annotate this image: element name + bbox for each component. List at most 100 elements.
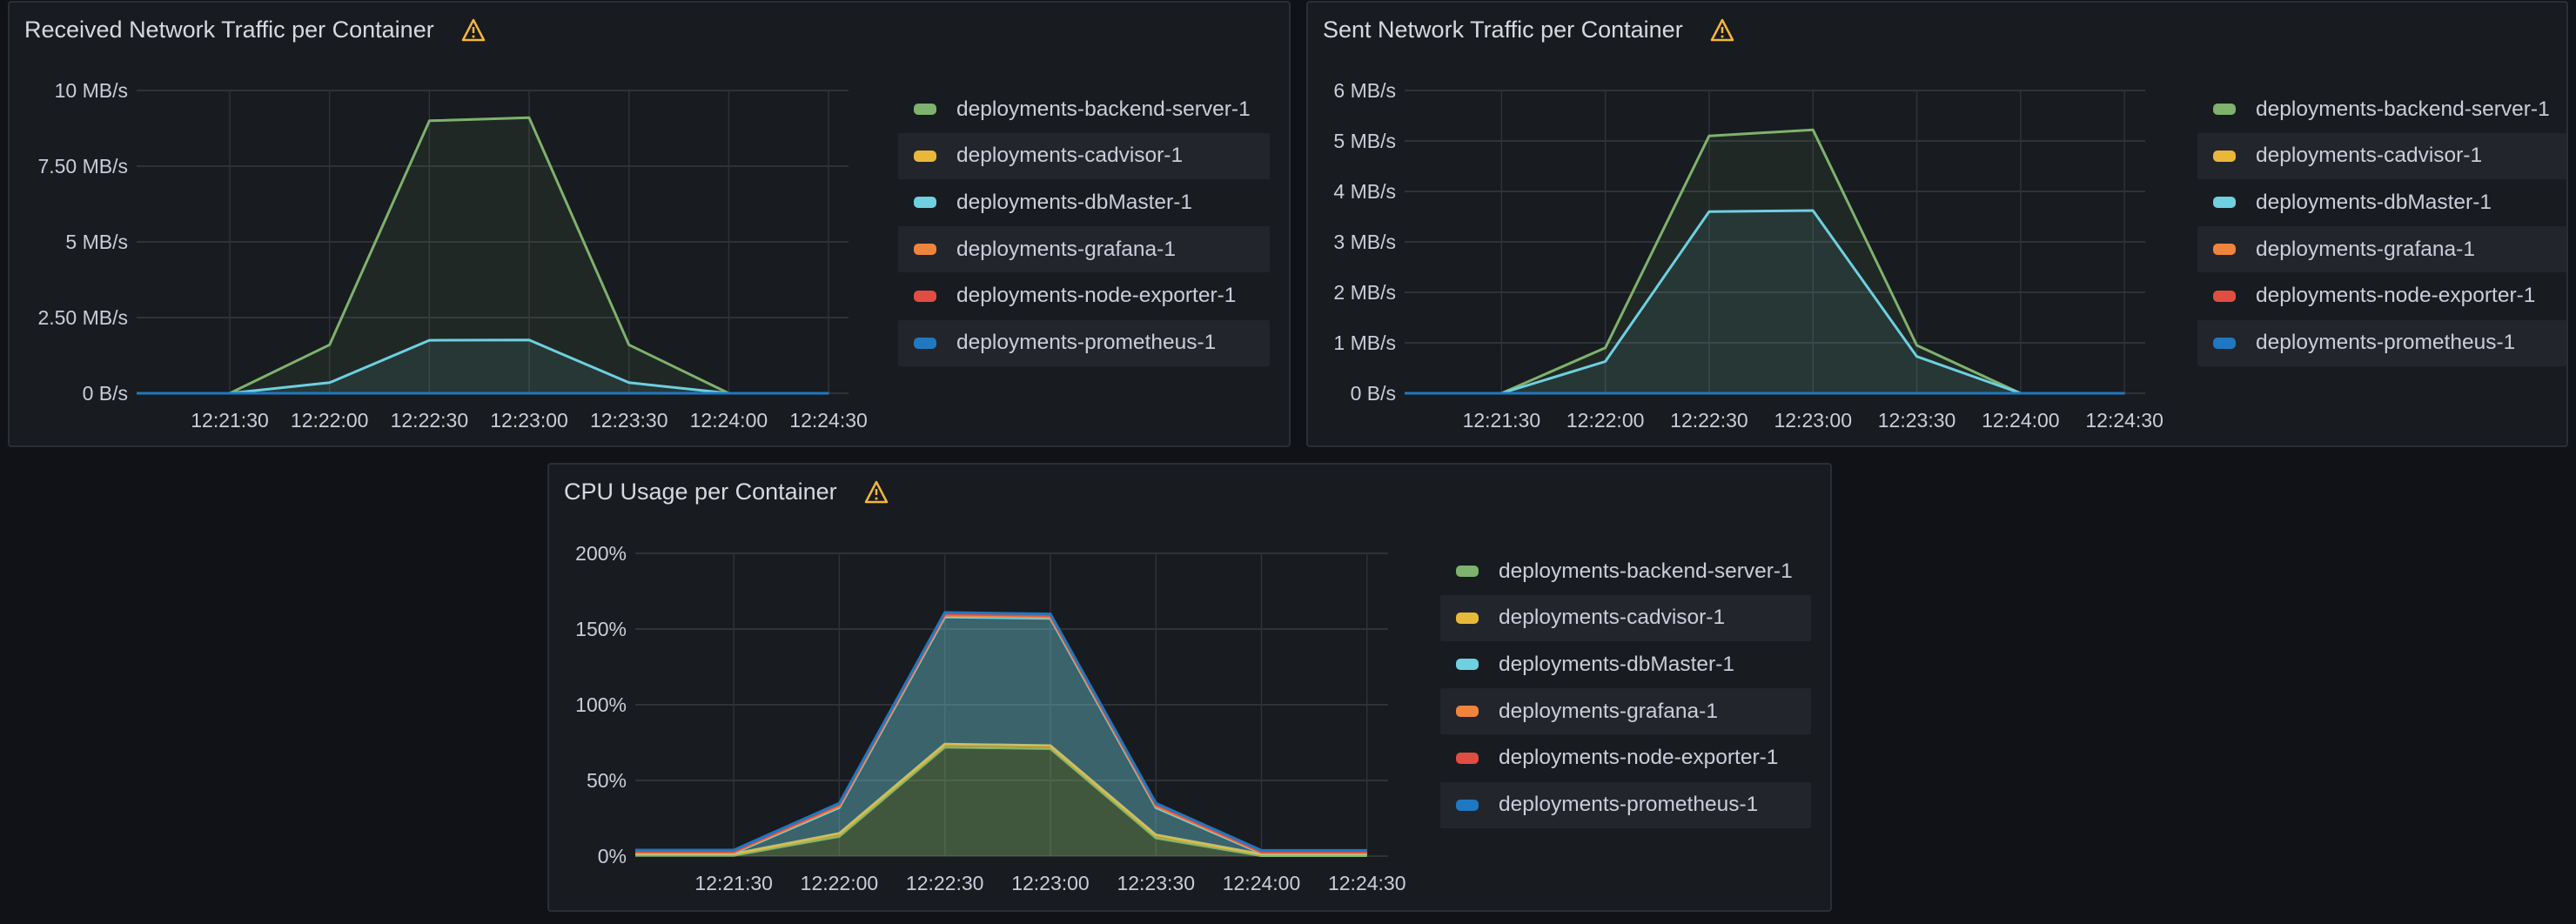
legend-label: deployments-grafana-1 xyxy=(956,237,1176,261)
legend-color-swatch xyxy=(1456,752,1479,764)
legend-item[interactable]: deployments-cadvisor-1 xyxy=(898,132,1270,179)
x-tick-label: 12:23:00 xyxy=(1774,409,1852,432)
x-tick-label: 12:24:30 xyxy=(1328,872,1406,894)
x-tick-label: 12:22:00 xyxy=(1566,409,1645,432)
legend-color-swatch xyxy=(914,337,936,349)
panel-title[interactable]: Received Network Traffic per Container xyxy=(24,17,486,44)
legend-item[interactable]: deployments-backend-server-1 xyxy=(898,86,1270,132)
legend-item[interactable]: deployments-dbMaster-1 xyxy=(898,179,1270,225)
legend-label: deployments-backend-server-1 xyxy=(956,97,1251,121)
series-area-2 xyxy=(137,339,829,393)
x-tick-label: 12:23:00 xyxy=(490,409,568,432)
x-tick-label: 12:24:00 xyxy=(1982,409,2060,432)
legend-color-swatch xyxy=(914,104,936,115)
legend-label: deployments-backend-server-1 xyxy=(2256,97,2550,121)
x-tick-label: 12:23:30 xyxy=(1117,872,1195,894)
y-tick-label: 50% xyxy=(587,769,627,792)
panel-title[interactable]: CPU Usage per Container xyxy=(564,479,889,506)
legend-item[interactable]: deployments-prometheus-1 xyxy=(1440,781,1811,828)
legend-label: deployments-node-exporter-1 xyxy=(2256,284,2536,308)
panel-title[interactable]: Sent Network Traffic per Container xyxy=(1323,17,1735,44)
x-tick-label: 12:24:30 xyxy=(789,409,868,432)
y-tick-label: 0% xyxy=(598,845,627,867)
y-tick-label: 0 B/s xyxy=(83,382,128,405)
legend-color-swatch xyxy=(2213,150,2236,162)
x-tick-label: 12:22:00 xyxy=(801,872,879,894)
y-tick-label: 3 MB/s xyxy=(1333,231,1396,253)
legend-color-swatch xyxy=(1456,706,1479,718)
legend-label: deployments-prometheus-1 xyxy=(1499,793,1759,816)
legend-label: deployments-cadvisor-1 xyxy=(1499,606,1726,630)
legend-color-swatch xyxy=(914,244,936,256)
panel-title-text: CPU Usage per Container xyxy=(564,479,837,505)
x-tick-label: 12:24:00 xyxy=(690,409,768,432)
legend-label: deployments-dbMaster-1 xyxy=(956,190,1192,214)
x-tick-label: 12:24:00 xyxy=(1223,872,1301,894)
y-tick-label: 7.50 MB/s xyxy=(37,155,128,177)
panel-title-text: Received Network Traffic per Container xyxy=(24,17,434,43)
sent-network-traffic-panel: 0 B/s 1 MB/s 2 MB/s 3 MB/s 4 MB/s 5 MB/s 6 MB/… xyxy=(1306,1,2568,447)
legend-item[interactable]: deployments-cadvisor-1 xyxy=(1440,594,1811,641)
y-tick-label: 10 MB/s xyxy=(55,79,128,102)
y-tick-label: 1 MB/s xyxy=(1333,331,1396,354)
legend-color-swatch xyxy=(914,290,936,302)
legend-color-swatch xyxy=(2213,290,2236,302)
y-tick-label: 2.50 MB/s xyxy=(37,306,128,329)
legend-item[interactable]: deployments-node-exporter-1 xyxy=(2197,273,2566,319)
legend-item[interactable]: deployments-dbMaster-1 xyxy=(1440,641,1811,687)
legend-label: deployments-grafana-1 xyxy=(2256,237,2475,261)
legend-item[interactable]: deployments-prometheus-1 xyxy=(2197,319,2566,366)
legend-color-swatch xyxy=(1456,799,1479,811)
legend-item[interactable]: deployments-backend-server-1 xyxy=(1440,548,1811,594)
legend-color-swatch xyxy=(2213,197,2236,209)
legend-label: deployments-grafana-1 xyxy=(1499,699,1718,723)
y-tick-label: 2 MB/s xyxy=(1333,281,1396,304)
x-tick-label: 12:21:30 xyxy=(1463,409,1541,432)
y-tick-label: 5 MB/s xyxy=(1333,130,1396,152)
legend-item[interactable]: deployments-prometheus-1 xyxy=(898,319,1270,366)
warning-triangle-icon[interactable] xyxy=(460,17,486,44)
y-tick-label: 6 MB/s xyxy=(1333,79,1396,102)
y-tick-label: 100% xyxy=(575,693,627,716)
legend-label: deployments-cadvisor-1 xyxy=(956,144,1184,168)
legend-item[interactable]: deployments-cadvisor-1 xyxy=(2197,132,2566,179)
legend-item[interactable]: deployments-dbMaster-1 xyxy=(2197,179,2566,225)
legend-color-swatch xyxy=(2213,244,2236,256)
x-tick-label: 12:21:30 xyxy=(694,872,773,894)
x-tick-label: 12:22:30 xyxy=(391,409,469,432)
legend-item[interactable]: deployments-node-exporter-1 xyxy=(1440,735,1811,781)
x-tick-label: 12:24:30 xyxy=(2085,409,2163,432)
x-tick-label: 12:22:30 xyxy=(1670,409,1748,432)
legend-item[interactable]: deployments-backend-server-1 xyxy=(2197,86,2566,132)
y-tick-label: 5 MB/s xyxy=(65,231,128,253)
legend-item[interactable]: deployments-grafana-1 xyxy=(2197,226,2566,273)
legend-label: deployments-dbMaster-1 xyxy=(1499,652,1734,676)
series-area-0 xyxy=(635,747,1367,856)
legend-label: deployments-prometheus-1 xyxy=(2256,331,2516,354)
legend-item[interactable]: deployments-grafana-1 xyxy=(1440,688,1811,735)
legend-color-swatch xyxy=(914,150,936,162)
x-tick-label: 12:23:00 xyxy=(1011,872,1090,894)
x-tick-label: 12:22:00 xyxy=(291,409,369,432)
series-area-2 xyxy=(1405,211,2125,393)
legend-item[interactable]: deployments-node-exporter-1 xyxy=(898,273,1270,319)
legend-item[interactable]: deployments-grafana-1 xyxy=(898,226,1270,273)
legend-label: deployments-cadvisor-1 xyxy=(2256,144,2483,168)
warning-triangle-icon[interactable] xyxy=(1709,17,1735,44)
x-tick-label: 12:23:30 xyxy=(1878,409,1956,432)
legend-label: deployments-node-exporter-1 xyxy=(1499,746,1779,770)
panel-title-text: Sent Network Traffic per Container xyxy=(1323,17,1683,43)
legend-color-swatch xyxy=(2213,104,2236,115)
legend-label: deployments-dbMaster-1 xyxy=(2256,190,2492,214)
x-tick-label: 12:22:30 xyxy=(906,872,984,894)
received-network-traffic-panel: 0 B/s 2.50 MB/s 5 MB/s 7.50 MB/s 10 MB/s 12:2… xyxy=(8,1,1291,447)
legend-label: deployments-prometheus-1 xyxy=(956,331,1217,354)
legend-color-swatch xyxy=(2213,337,2236,349)
legend-color-swatch xyxy=(1456,566,1479,577)
legend-label: deployments-backend-server-1 xyxy=(1499,559,1793,583)
x-tick-label: 12:23:30 xyxy=(590,409,668,432)
warning-triangle-icon[interactable] xyxy=(863,479,889,506)
y-tick-label: 4 MB/s xyxy=(1333,180,1396,203)
x-tick-label: 12:21:30 xyxy=(191,409,269,432)
y-tick-label: 200% xyxy=(575,542,627,565)
